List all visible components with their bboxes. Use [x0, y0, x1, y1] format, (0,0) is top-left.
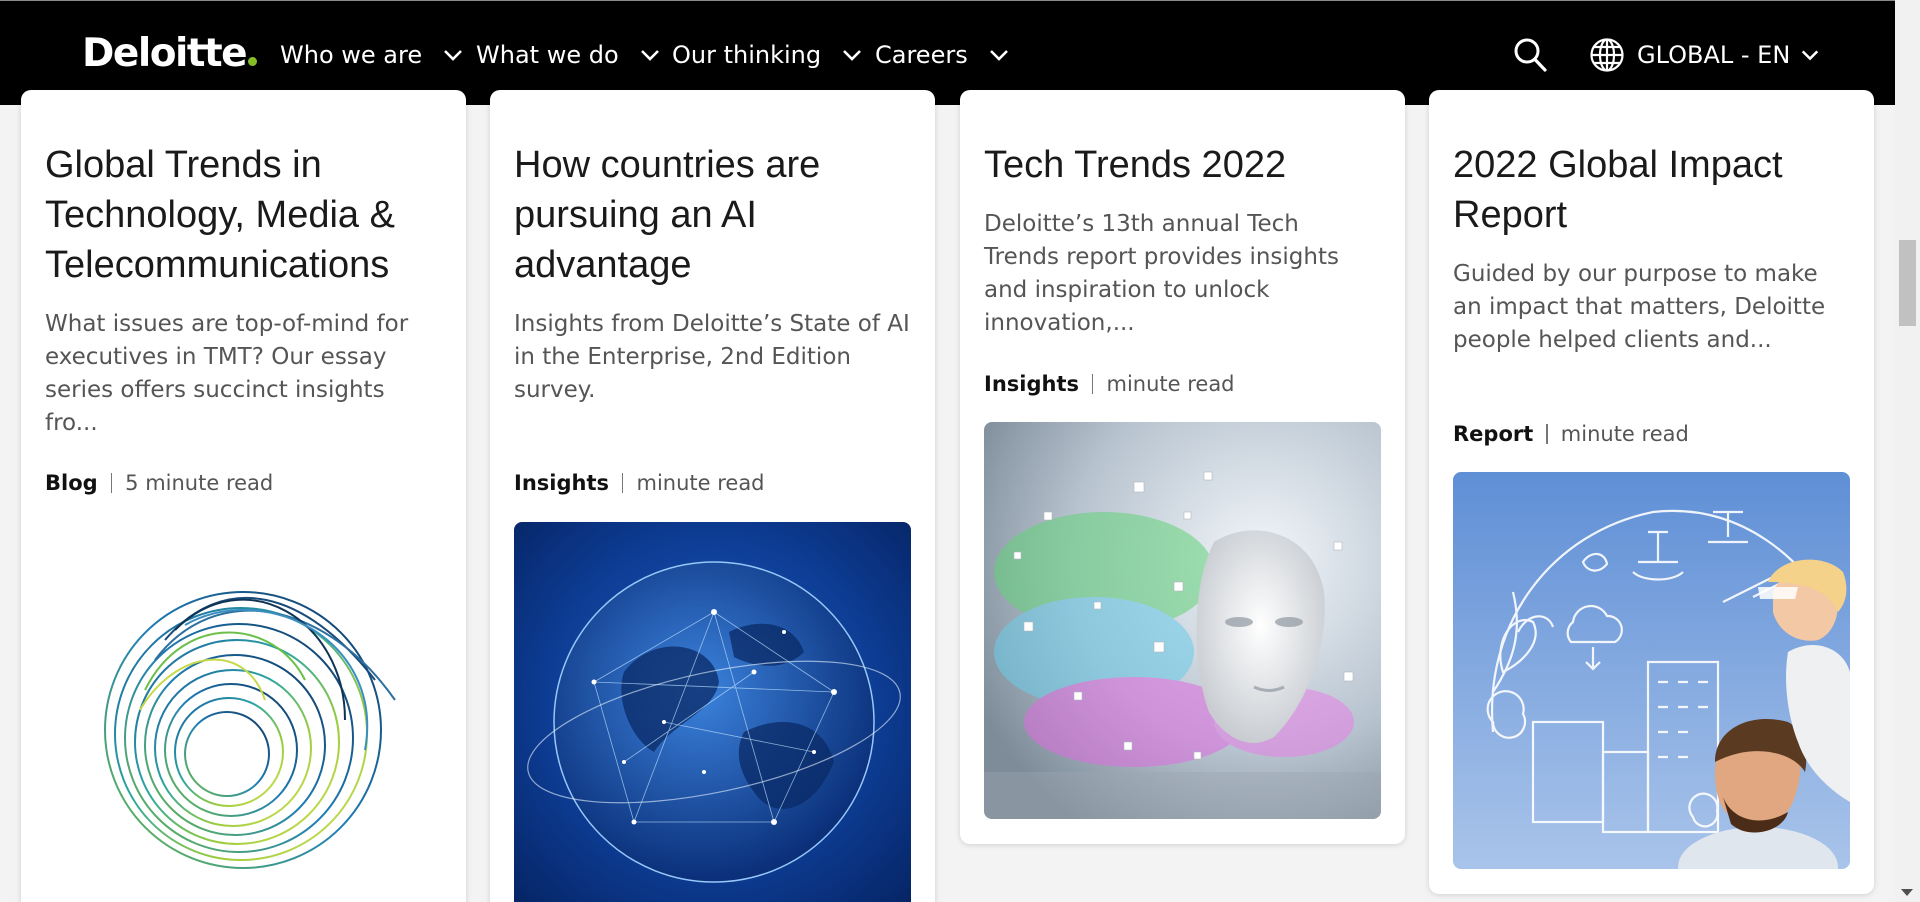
- card-description: Insights from Deloitte’s State of AI in …: [514, 311, 910, 403]
- content-type-label: Report: [1453, 422, 1534, 446]
- nav-our-thinking[interactable]: Our thinking: [672, 37, 863, 73]
- read-time: 5 minute read: [125, 471, 274, 495]
- chevron-down-icon: [989, 50, 1008, 61]
- read-time: minute read: [636, 471, 765, 495]
- meta-divider: [1546, 424, 1548, 444]
- nav-label: Our thinking: [672, 41, 822, 69]
- article-card[interactable]: Tech Trends 2022 Deloitte’s 13th annual …: [960, 90, 1405, 844]
- content-type-label: Insights: [514, 471, 609, 495]
- chevron-down-icon: [1802, 50, 1819, 61]
- nav-who-we-are[interactable]: Who we are: [280, 37, 464, 73]
- card-image-abstract-spiral[interactable]: [45, 530, 442, 902]
- scroll-down-arrow-icon[interactable]: [1901, 889, 1913, 896]
- locale-selector[interactable]: GLOBAL - EN: [1589, 35, 1820, 75]
- chevron-down-icon: [640, 50, 659, 61]
- meta-divider: [1091, 374, 1094, 394]
- card-meta: Blog 5 minute read: [45, 468, 442, 498]
- locale-label: GLOBAL - EN: [1637, 41, 1791, 69]
- read-time: minute read: [1560, 422, 1689, 446]
- card-description: What issues are top-of-mind for executiv…: [45, 311, 409, 436]
- nav-label: Careers: [875, 41, 968, 69]
- card-meta: Report minute read: [1453, 419, 1850, 449]
- nav-what-we-do[interactable]: What we do: [476, 37, 661, 73]
- card-image-digital-face[interactable]: [984, 422, 1381, 819]
- card-title[interactable]: How countries are pursuing an AI advanta…: [514, 140, 911, 290]
- content-type-label: Blog: [45, 471, 98, 495]
- search-button[interactable]: [1513, 37, 1547, 73]
- nav-careers[interactable]: Careers: [875, 37, 1010, 73]
- logo-green-dot: [248, 57, 258, 66]
- card-meta: Insights minute read: [984, 369, 1381, 399]
- globe-icon: [1590, 38, 1624, 72]
- nav-label: Who we are: [280, 41, 423, 69]
- meta-divider: [621, 473, 624, 493]
- logo-text: Deloitte: [82, 31, 248, 76]
- page-scrollbar[interactable]: [1895, 0, 1920, 902]
- scrollbar-thumb[interactable]: [1899, 240, 1916, 326]
- article-card[interactable]: 2022 Global Impact Report Guided by our …: [1429, 90, 1874, 894]
- nav-label: What we do: [476, 41, 619, 69]
- meta-divider: [110, 473, 113, 493]
- card-description: Guided by our purpose to make an impact …: [1453, 261, 1826, 353]
- chevron-down-icon: [444, 50, 463, 61]
- card-meta: Insights minute read: [514, 468, 911, 498]
- read-time: minute read: [1106, 372, 1235, 396]
- card-title[interactable]: Tech Trends 2022: [984, 140, 1381, 190]
- card-image-digital-globe[interactable]: [514, 522, 911, 902]
- card-title[interactable]: Global Trends in Technology, Media & Tel…: [45, 140, 442, 290]
- card-title[interactable]: 2022 Global Impact Report: [1453, 140, 1850, 240]
- chevron-down-icon: [843, 50, 862, 61]
- article-card[interactable]: How countries are pursuing an AI advanta…: [490, 90, 935, 902]
- deloitte-logo[interactable]: Deloitte: [82, 31, 258, 77]
- card-description: Deloitte’s 13th annual Tech Trends repor…: [984, 211, 1339, 336]
- search-icon: [1514, 38, 1547, 72]
- article-card[interactable]: Global Trends in Technology, Media & Tel…: [21, 90, 466, 902]
- card-image-impact-report[interactable]: [1453, 472, 1850, 869]
- content-type-label: Insights: [984, 372, 1079, 396]
